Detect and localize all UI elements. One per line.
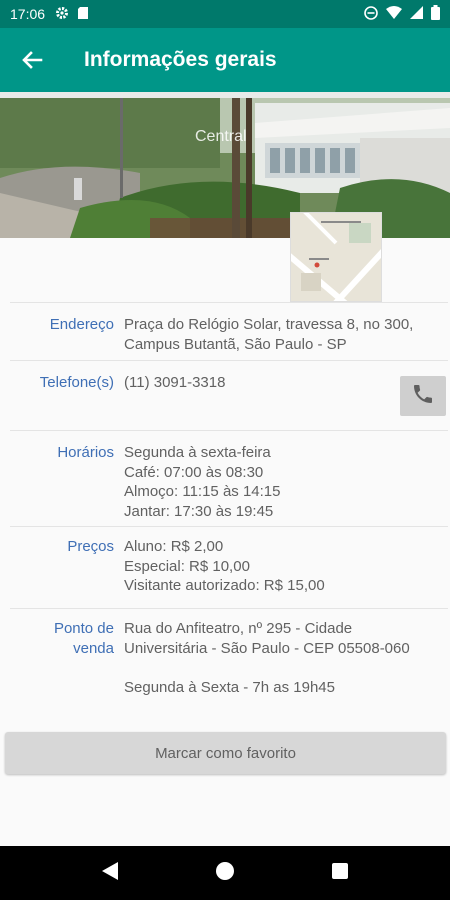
price-line: Aluno: R$ 2,00 — [124, 538, 224, 555]
hours-row: Horários Segunda à sexta-feira Café: 07:… — [10, 430, 448, 526]
signal-icon — [410, 6, 423, 22]
back-triangle-icon[interactable] — [101, 861, 119, 886]
phone-icon — [411, 382, 435, 411]
sale-point-label-line: venda — [73, 639, 114, 657]
sd-card-icon — [77, 6, 89, 23]
phone-row: Telefone(s) (11) 3091-3318 — [10, 360, 448, 430]
phone-label: Telefone(s) — [39, 374, 114, 391]
hours-value: Segunda à sexta-feira Café: 07:00 às 08:… — [124, 443, 281, 521]
prices-row: Preços Aluno: R$ 2,00 Especial: R$ 10,00… — [10, 526, 448, 608]
address-line: Campus Butantã, São Paulo - SP — [124, 335, 347, 353]
hours-line: Segunda à sexta-feira — [124, 444, 271, 461]
sale-point-row: Ponto de venda Rua do Anfiteatro, nº 295… — [10, 608, 448, 708]
app-bar: Informações gerais — [0, 28, 450, 92]
battery-icon — [431, 5, 440, 23]
wifi-icon — [386, 6, 402, 22]
address-line: Praça do Relógio Solar, travessa 8, no 3… — [124, 316, 414, 333]
page-title: Informações gerais — [84, 48, 277, 71]
system-nav-bar — [0, 846, 450, 900]
do-not-disturb-icon — [364, 5, 378, 23]
status-time: 17:06 — [10, 6, 46, 22]
map-thumbnail[interactable] — [290, 212, 382, 302]
arrow-back-icon[interactable] — [0, 28, 64, 92]
sale-point-schedule: Segunda à Sexta - 7h as 19h45 — [124, 678, 335, 696]
call-button[interactable] — [400, 376, 446, 416]
address-row: Endereço Praça do Relógio Solar, travess… — [10, 302, 448, 360]
phone-value: (11) 3091-3318 — [124, 374, 226, 391]
sale-point-line: Rua do Anfiteatro, nº 295 - Cidade — [124, 620, 353, 637]
restaurant-photo: Central — [0, 98, 450, 238]
address-value: Praça do Relógio Solar, travessa 8, no 3… — [124, 315, 413, 354]
photo-caption: Central — [195, 128, 247, 145]
prices-value: Aluno: R$ 2,00 Especial: R$ 10,00 Visita… — [124, 537, 325, 596]
hours-label: Horários — [57, 444, 114, 461]
address-label: Endereço — [49, 316, 114, 333]
price-line: Especial: R$ 10,00 — [124, 557, 250, 575]
sale-point-line: Universitária - São Paulo - CEP 05508-06… — [124, 639, 410, 657]
hours-line: Café: 07:00 às 08:30 — [124, 463, 264, 481]
gear-icon — [55, 6, 69, 23]
status-bar: 17:06 — [0, 0, 450, 28]
price-line: Visitante autorizado: R$ 15,00 — [124, 577, 325, 594]
sale-point-label-line: Ponto de — [53, 620, 114, 637]
hours-line: Almoço: 11:15 às 14:15 — [124, 483, 281, 500]
prices-label: Preços — [67, 538, 114, 555]
recents-square-icon[interactable] — [331, 862, 349, 885]
sale-point-value: Rua do Anfiteatro, nº 295 - Cidade Unive… — [124, 619, 410, 697]
home-circle-icon[interactable] — [215, 861, 235, 886]
sale-point-label: Ponto de venda — [14, 619, 114, 658]
favorite-button[interactable]: Marcar como favorito — [5, 732, 446, 774]
hours-line: Jantar: 17:30 às 19:45 — [124, 502, 274, 520]
